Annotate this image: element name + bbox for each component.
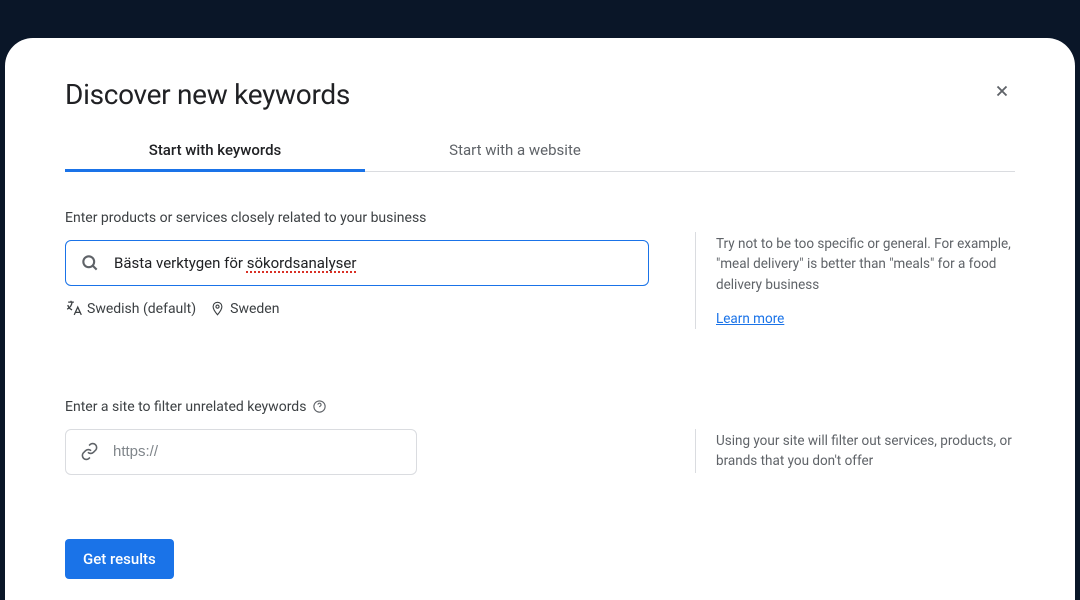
close-button[interactable] xyxy=(989,78,1015,109)
keyword-planner-modal: Discover new keywords Start with keyword… xyxy=(5,38,1075,600)
keywords-section: Enter products or services closely relat… xyxy=(65,210,1015,329)
keywords-input-text-prefix: Bästa verktygen för xyxy=(114,254,247,272)
keywords-hint-col: Try not to be too specific or general. F… xyxy=(695,232,1015,329)
site-label: Enter a site to filter unrelated keyword… xyxy=(65,399,665,415)
translate-icon xyxy=(65,300,82,317)
get-results-button[interactable]: Get results xyxy=(65,539,174,579)
modal-header: Discover new keywords xyxy=(65,78,1015,111)
site-section: Enter a site to filter unrelated keyword… xyxy=(65,399,1015,475)
page-title: Discover new keywords xyxy=(65,78,350,111)
site-label-text: Enter a site to filter unrelated keyword… xyxy=(65,399,306,415)
help-icon[interactable] xyxy=(312,399,327,414)
site-left: Enter a site to filter unrelated keyword… xyxy=(65,399,665,475)
link-icon xyxy=(80,442,99,461)
tabs: Start with keywords Start with a website xyxy=(65,129,1015,172)
keywords-hint: Try not to be too specific or general. F… xyxy=(716,234,1015,295)
location-selector[interactable]: Sweden xyxy=(210,301,279,317)
site-input[interactable] xyxy=(113,443,402,460)
location-icon xyxy=(210,301,225,316)
location-label: Sweden xyxy=(230,301,279,317)
keywords-input-text-spellcheck: sökordsanalyser xyxy=(247,254,357,272)
meta-row: Swedish (default) Sweden xyxy=(65,300,665,317)
tab-keywords-label: Start with keywords xyxy=(149,141,282,159)
search-icon xyxy=(80,253,100,273)
language-label: Swedish (default) xyxy=(87,301,196,317)
site-input-wrap[interactable] xyxy=(65,429,417,475)
site-hint: Using your site will filter out services… xyxy=(716,431,1015,472)
site-hint-col: Using your site will filter out services… xyxy=(695,429,1015,474)
learn-more-link[interactable]: Learn more xyxy=(716,311,784,327)
keywords-left: Enter products or services closely relat… xyxy=(65,210,665,329)
close-icon xyxy=(993,82,1011,100)
keywords-input[interactable]: Bästa verktygen för sökordsanalyser xyxy=(114,254,634,272)
tab-website-label: Start with a website xyxy=(449,141,581,159)
tab-keywords[interactable]: Start with keywords xyxy=(65,129,365,171)
keywords-input-wrap[interactable]: Bästa verktygen för sökordsanalyser xyxy=(65,240,649,286)
tab-website[interactable]: Start with a website xyxy=(365,129,665,171)
keywords-label: Enter products or services closely relat… xyxy=(65,210,665,226)
language-selector[interactable]: Swedish (default) xyxy=(65,300,196,317)
